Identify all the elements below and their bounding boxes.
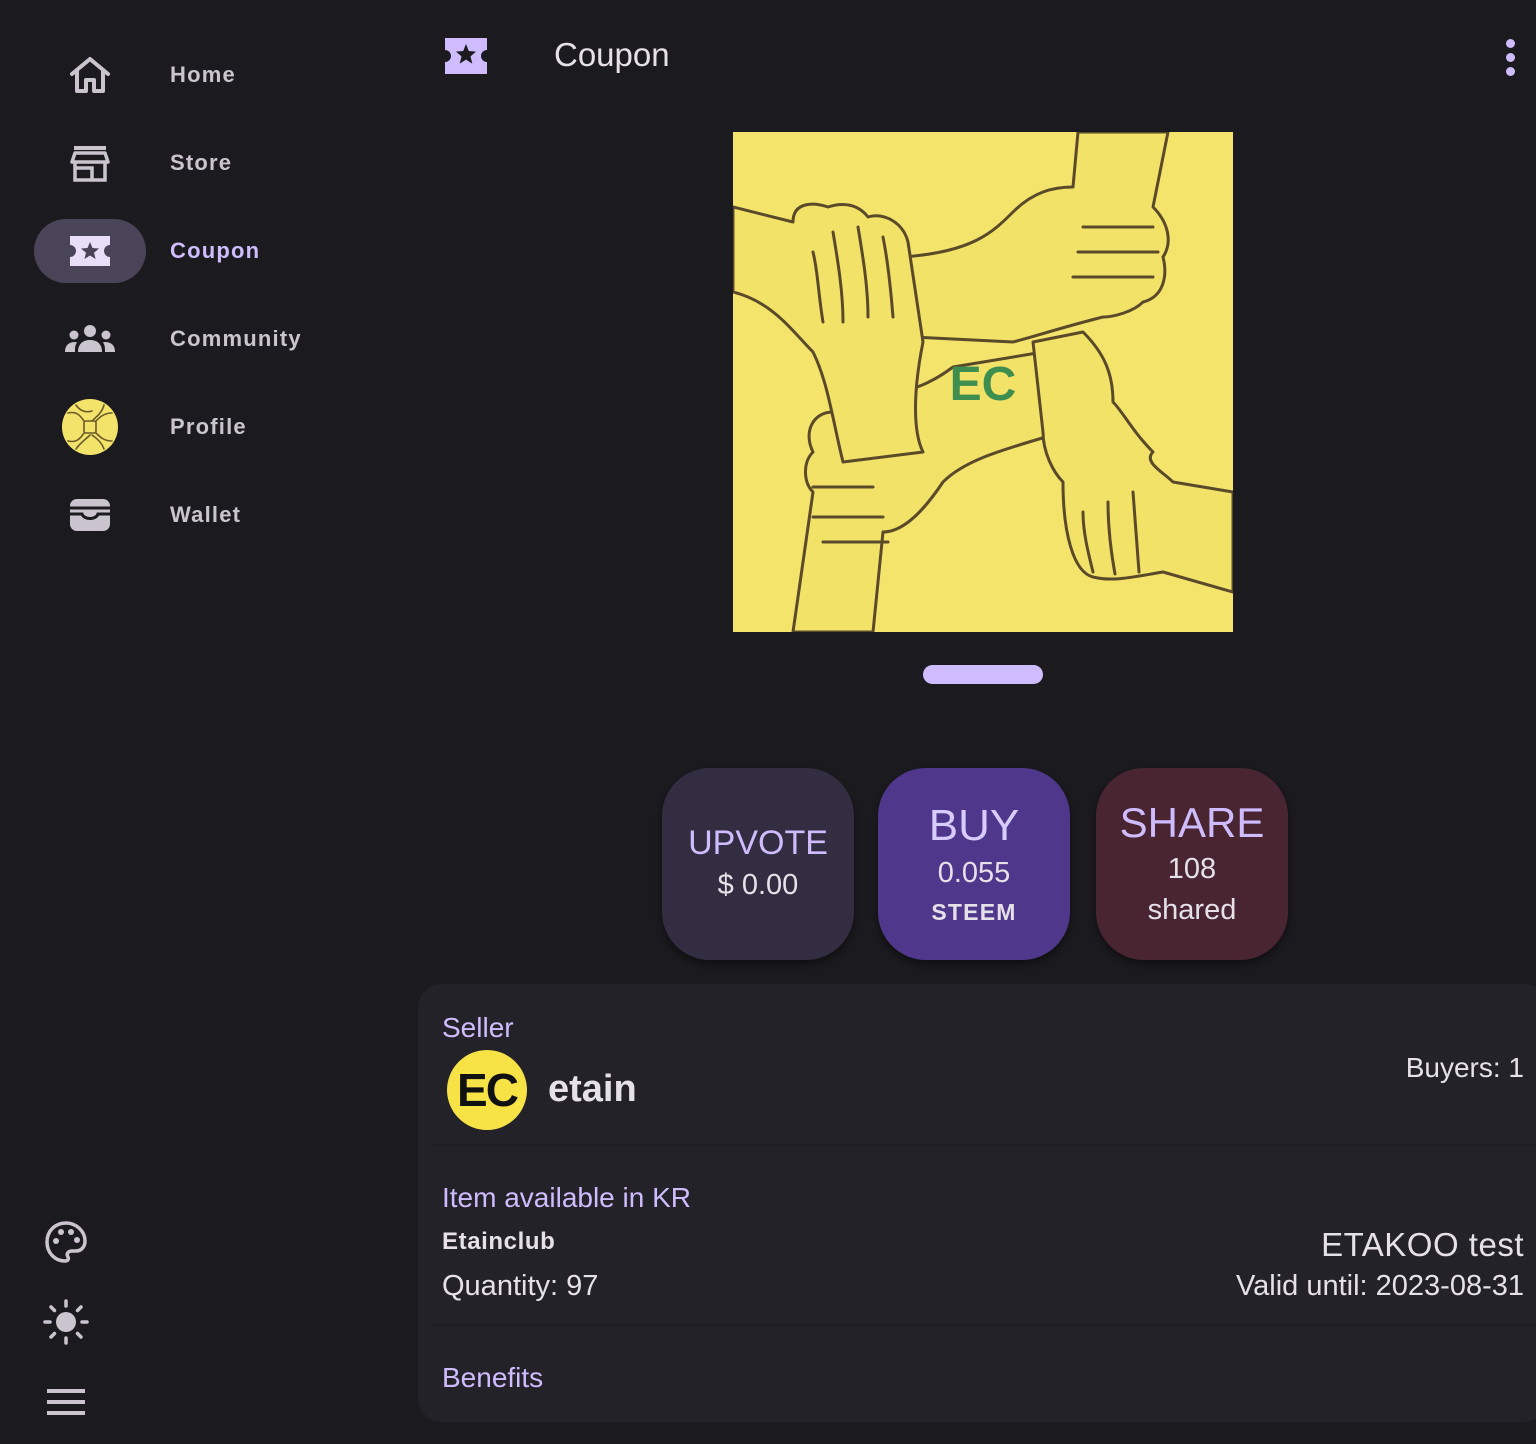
nav-label-store: Store [170, 150, 233, 175]
nav-label-coupon: Coupon [170, 238, 261, 263]
buyers-count: Buyers: 1 [1405, 1052, 1524, 1083]
page-title: Coupon [554, 36, 670, 73]
buy-amount: 0.055 [937, 857, 1011, 890]
seller-heading: Seller [442, 1012, 514, 1043]
buy-currency: STEEM [931, 899, 1017, 926]
more-vert-icon [1505, 38, 1515, 48]
availability-heading: Item available in KR [442, 1182, 692, 1213]
nav-label-home: Home [170, 62, 236, 87]
wallet-icon [70, 499, 110, 531]
share-count: 108 [1167, 853, 1217, 886]
community-icon [65, 325, 115, 352]
share-button[interactable]: SHARE 108 shared [1096, 768, 1288, 960]
valid-until: Valid until: 2023-08-31 [1235, 1270, 1524, 1302]
share-suffix: shared [1147, 894, 1237, 927]
menu-button[interactable] [42, 1378, 90, 1426]
divider [430, 1324, 1536, 1326]
hands-illustration: EC [733, 132, 1233, 632]
nav-item-store[interactable]: Store [34, 131, 374, 195]
nav-item-home[interactable]: Home [34, 43, 374, 107]
buy-label: BUY [928, 800, 1020, 850]
home-icon [70, 57, 110, 93]
store-icon [70, 146, 110, 182]
seller-avatar[interactable]: EC [447, 1050, 527, 1130]
seller-name[interactable]: etain [548, 1068, 637, 1111]
nav-item-community[interactable]: Community [34, 307, 374, 371]
palette-icon [45, 1221, 87, 1263]
hero-ec-text: EC [950, 358, 1017, 411]
coupon-icon [70, 236, 110, 266]
theme-toggle-button[interactable] [42, 1298, 90, 1346]
more-options-button[interactable] [1492, 30, 1528, 84]
item-title: ETAKOO test [1321, 1226, 1524, 1263]
coupon-details-card: Seller EC etain Buyers: 1 Item available… [418, 984, 1536, 1422]
nav-label-wallet: Wallet [170, 502, 242, 527]
menu-icon [47, 1389, 85, 1415]
upvote-label: UPVOTE [688, 823, 828, 862]
coupon-icon [445, 38, 487, 74]
buy-button[interactable]: BUY 0.055 STEEM [878, 768, 1070, 960]
palette-button[interactable] [42, 1218, 90, 1266]
nav-item-coupon[interactable]: Coupon [34, 219, 374, 283]
nav-item-wallet[interactable]: Wallet [34, 483, 374, 547]
share-label: SHARE [1119, 799, 1265, 847]
coupon-image[interactable]: EC [733, 132, 1233, 632]
divider [430, 1144, 1536, 1146]
nav-label-profile: Profile [170, 414, 247, 439]
image-pager-indicator[interactable] [923, 665, 1043, 684]
nav-item-profile[interactable]: Profile [34, 395, 374, 459]
benefits-heading: Benefits [442, 1362, 544, 1393]
upvote-button[interactable]: UPVOTE $ 0.00 [662, 768, 854, 960]
brightness-icon [43, 1299, 89, 1345]
store-name: Etainclub [442, 1228, 556, 1255]
nav-label-community: Community [170, 326, 302, 351]
quantity: Quantity: 97 [442, 1270, 599, 1302]
profile-avatar [62, 399, 118, 455]
upvote-value: $ 0.00 [717, 869, 799, 902]
